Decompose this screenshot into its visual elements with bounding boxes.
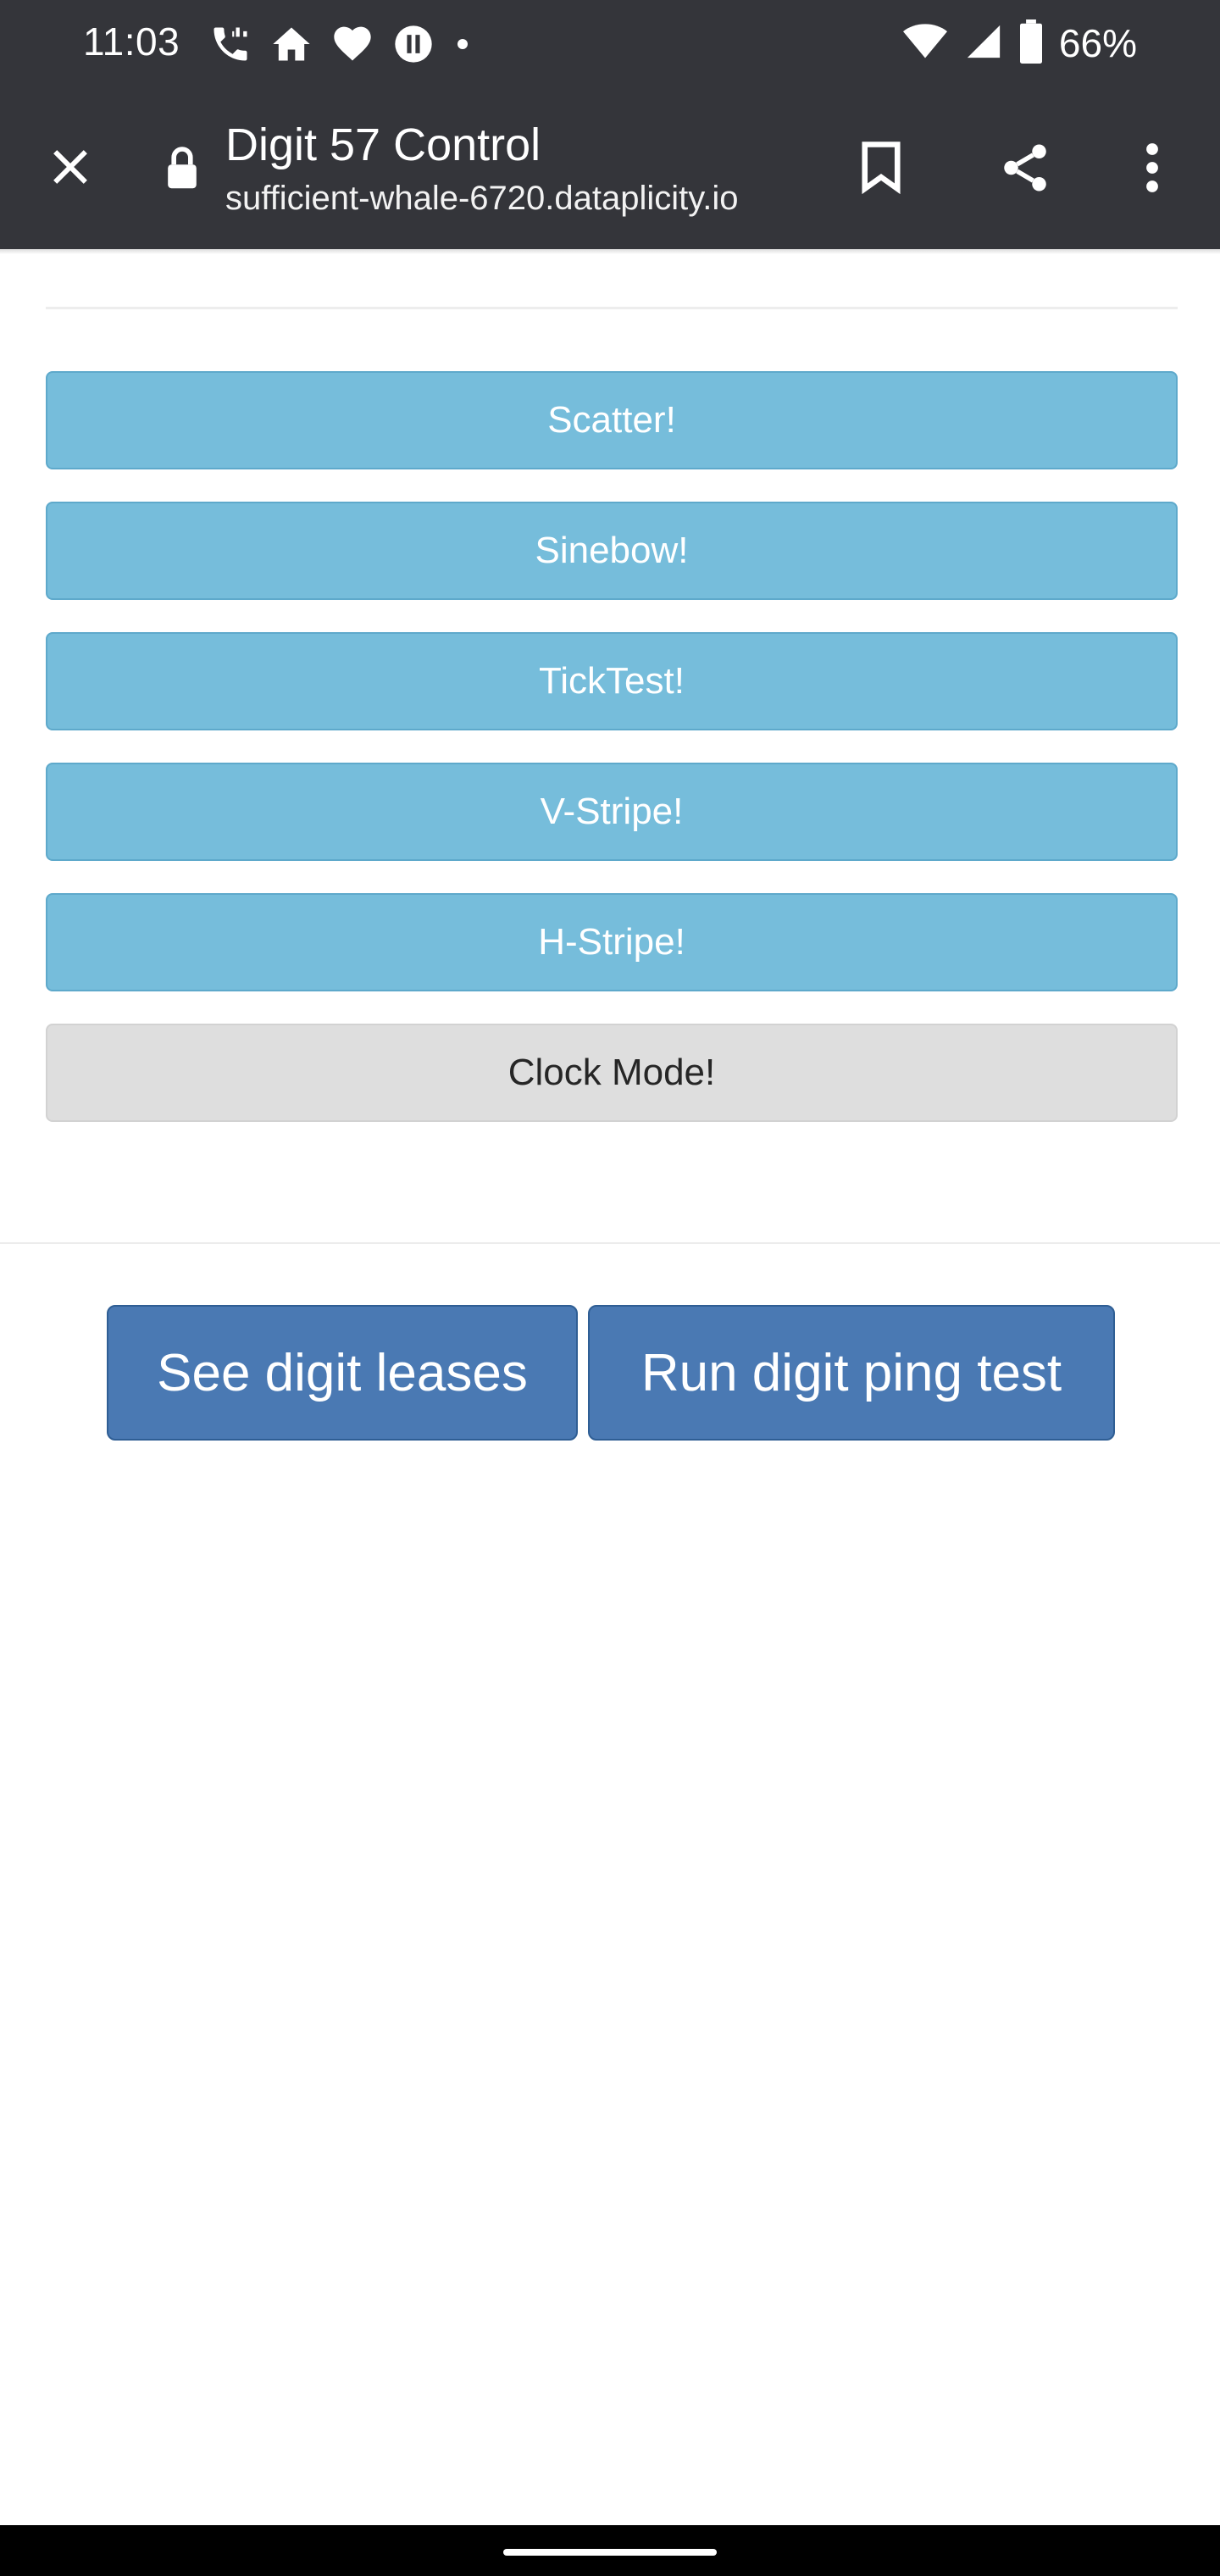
see-digit-leases-button[interactable]: See digit leases — [107, 1305, 578, 1441]
home-gesture-handle[interactable] — [503, 2549, 717, 2556]
more-vert-icon[interactable] — [1120, 136, 1184, 200]
battery-percent: 66% — [1058, 21, 1137, 65]
page-title: Digit 57 Control — [225, 119, 541, 170]
heart-icon — [330, 22, 374, 66]
ticktest-button[interactable]: TickTest! — [46, 632, 1178, 730]
battery-icon — [1018, 19, 1044, 68]
toolbar-shadow — [0, 249, 1220, 254]
bookmark-icon[interactable] — [849, 136, 913, 200]
pause-icon — [391, 22, 435, 66]
home-icon — [269, 22, 313, 66]
page-url[interactable]: sufficient-whale-6720.dataplicity.io — [225, 180, 739, 218]
scatter-button[interactable]: Scatter! — [46, 371, 1178, 469]
notification-icons — [208, 22, 473, 66]
status-time: 11:03 — [83, 19, 180, 64]
browser-toolbar: Digit 57 Control sufficient-whale-6720.d… — [0, 88, 1220, 249]
lock-icon — [163, 143, 202, 195]
system-icons: 66% — [901, 19, 1137, 68]
navigation-bar — [0, 2525, 1220, 2576]
phone-call-icon — [208, 22, 252, 66]
h-stripe-button[interactable]: H-Stripe! — [46, 893, 1178, 991]
clock-mode-button[interactable]: Clock Mode! — [46, 1024, 1178, 1122]
wifi-icon — [901, 19, 949, 68]
divider — [46, 307, 1178, 309]
section-divider — [0, 1242, 1220, 1244]
status-bar: 11:03 66% — [0, 0, 1220, 88]
close-icon[interactable] — [41, 137, 100, 197]
sinebow-button[interactable]: Sinebow! — [46, 502, 1178, 600]
cellular-signal-icon — [964, 20, 1003, 67]
share-icon[interactable] — [993, 136, 1057, 200]
run-digit-ping-test-button[interactable]: Run digit ping test — [588, 1305, 1115, 1441]
dot-icon — [452, 34, 473, 54]
v-stripe-button[interactable]: V-Stripe! — [46, 763, 1178, 861]
